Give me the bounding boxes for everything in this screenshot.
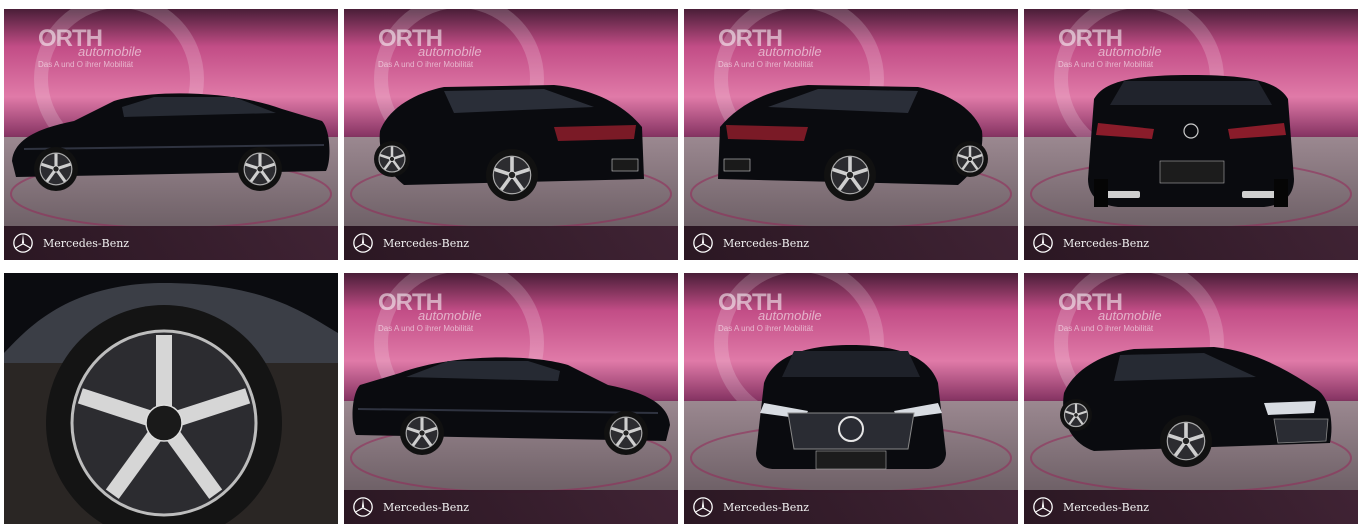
gallery-photo-rear[interactable]: ORTH automobile Das A und O ihrer Mobilitä… xyxy=(1024,9,1358,260)
dealer-tagline: Das A und O ihrer Mobilität xyxy=(1058,324,1154,333)
gallery-photo-front-three-quarter-right[interactable]: ORTH automobile Das A und O ihrer Mobilitä… xyxy=(1024,273,1358,524)
gallery-photo-side-left[interactable]: ORTH automobile Das A und O ihrer Mobilitä… xyxy=(4,9,338,260)
dealer-tagline: Das A und O ihrer Mobilität xyxy=(718,324,814,333)
mercedes-star-icon xyxy=(353,233,373,253)
mercedes-star-icon xyxy=(693,497,713,517)
brand-bar: Mercedes-Benz xyxy=(4,226,338,260)
gallery-photo-side-right[interactable]: ORTH automobile Das A und O ihrer Mobilitä… xyxy=(344,273,678,524)
brand-name: Mercedes-Benz xyxy=(383,500,470,514)
dealer-tagline: Das A und O ihrer Mobilität xyxy=(378,60,474,69)
dealer-logo-sub: automobile xyxy=(1098,308,1162,323)
brand-name: Mercedes-Benz xyxy=(723,500,810,514)
brand-name: Mercedes-Benz xyxy=(43,236,130,250)
car-photo xyxy=(4,273,338,524)
gallery-photo-rear-three-quarter-left[interactable]: ORTH automobile Das A und O ihrer Mobilitä… xyxy=(344,9,678,260)
gallery-photo-rear-three-quarter-right[interactable]: ORTH automobile Das A und O ihrer Mobilitä… xyxy=(684,9,1018,260)
dealer-logo-sub: automobile xyxy=(418,44,482,59)
dealer-logo: ORTH automobile Das A und O ihrer Mobilitä… xyxy=(38,27,142,70)
dealer-logo-sub: automobile xyxy=(1098,44,1162,59)
dealer-tagline: Das A und O ihrer Mobilität xyxy=(1058,60,1154,69)
dealer-logo: ORTH automobile Das A und O ihrer Mobilitä… xyxy=(1058,291,1162,334)
gallery-photo-wheel-closeup[interactable] xyxy=(4,273,338,524)
brand-name: Mercedes-Benz xyxy=(1063,500,1150,514)
dealer-logo: ORTH automobile Das A und O ihrer Mobilitä… xyxy=(718,291,822,334)
dealer-tagline: Das A und O ihrer Mobilität xyxy=(38,60,134,69)
dealer-logo: ORTH automobile Das A und O ihrer Mobilitä… xyxy=(718,27,822,70)
dealer-logo: ORTH automobile Das A und O ihrer Mobilitä… xyxy=(1058,27,1162,70)
brand-bar: Mercedes-Benz xyxy=(684,490,1018,524)
brand-bar: Mercedes-Benz xyxy=(684,226,1018,260)
dealer-tagline: Das A und O ihrer Mobilität xyxy=(718,60,814,69)
brand-name: Mercedes-Benz xyxy=(1063,236,1150,250)
mercedes-star-icon xyxy=(1033,497,1053,517)
dealer-logo: ORTH automobile Das A und O ihrer Mobilitä… xyxy=(378,291,482,334)
mercedes-star-icon xyxy=(353,497,373,517)
mercedes-star-icon xyxy=(13,233,33,253)
brand-name: Mercedes-Benz xyxy=(383,236,470,250)
mercedes-star-icon xyxy=(693,233,713,253)
dealer-logo-sub: automobile xyxy=(418,308,482,323)
dealer-logo-sub: automobile xyxy=(758,308,822,323)
brand-bar: Mercedes-Benz xyxy=(344,226,678,260)
dealer-tagline: Das A und O ihrer Mobilität xyxy=(378,324,474,333)
photo-gallery: ORTH automobile Das A und O ihrer Mobilitä… xyxy=(0,0,1365,524)
brand-bar: Mercedes-Benz xyxy=(1024,490,1358,524)
gallery-photo-front[interactable]: ORTH automobile Das A und O ihrer Mobilitä… xyxy=(684,273,1018,524)
brand-bar: Mercedes-Benz xyxy=(1024,226,1358,260)
dealer-logo-sub: automobile xyxy=(758,44,822,59)
mercedes-star-icon xyxy=(1033,233,1053,253)
dealer-logo: ORTH automobile Das A und O ihrer Mobilitä… xyxy=(378,27,482,70)
dealer-logo-sub: automobile xyxy=(78,44,142,59)
brand-name: Mercedes-Benz xyxy=(723,236,810,250)
brand-bar: Mercedes-Benz xyxy=(344,490,678,524)
